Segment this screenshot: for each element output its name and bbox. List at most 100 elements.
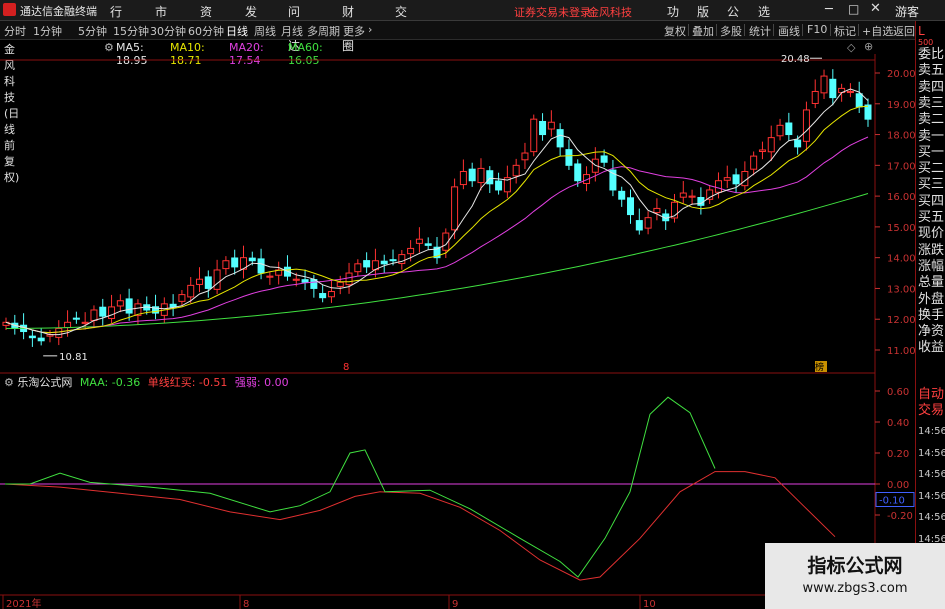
panel-item[interactable]: 委比 [918, 47, 944, 63]
indicator-strength: 强弱: 0.00 [234, 376, 289, 389]
panel-item[interactable]: 买二 [918, 161, 944, 177]
close-icon[interactable]: ✕ [870, 1, 881, 16]
tool-f10[interactable]: F10 [807, 23, 827, 36]
period-30min[interactable]: 30分钟 [150, 23, 186, 39]
panel-item[interactable]: 卖五 [918, 63, 944, 79]
candle-body [222, 260, 230, 270]
panel-item[interactable]: 外盘 [918, 292, 944, 308]
price-tick-label: 13.00 [887, 284, 915, 295]
tool-multi-stock[interactable]: 多股 [720, 23, 742, 39]
panel-item[interactable]: 买五 [918, 210, 944, 226]
tool-overlay[interactable]: 叠加 [692, 23, 714, 39]
panel-item[interactable]: 买三 [918, 177, 944, 193]
panel-item[interactable]: 卖二 [918, 112, 944, 128]
period-1min[interactable]: 1分钟 [33, 23, 62, 39]
panel-item[interactable]: 卖三 [918, 96, 944, 112]
candle-body [90, 309, 98, 321]
indicator-tick-label: 0.40 [887, 418, 909, 429]
candle-body [213, 269, 221, 290]
period-5min[interactable]: 5分钟 [78, 23, 107, 39]
candle-body [354, 263, 362, 273]
panel-time[interactable]: 14:56 [918, 424, 945, 440]
period-15min[interactable]: 15分钟 [113, 23, 149, 39]
panel-item[interactable]: 涨幅 [918, 259, 944, 275]
candle-body [301, 279, 309, 283]
ma10-line [5, 105, 869, 334]
event-marker-text[interactable]: 榜 [815, 361, 824, 373]
candle-body [204, 276, 212, 289]
period-60min[interactable]: 60分钟 [188, 23, 224, 39]
indicator-red-buy: 单线红买: -0.51 [147, 376, 228, 389]
panel-time[interactable]: 14:56 [918, 489, 945, 505]
high-price-label: 20.48 [781, 54, 810, 65]
indicator-maa: MAA: -0.36 [79, 376, 141, 389]
panel-item[interactable]: 卖一 [918, 129, 944, 145]
period-monthly[interactable]: 月线 [281, 23, 303, 39]
candle-body [776, 124, 784, 137]
tool-statistics[interactable]: 统计 [749, 23, 771, 39]
panel-time[interactable]: 14:56 [918, 467, 945, 483]
candle-body [64, 321, 72, 329]
tool-draw-line[interactable]: 画线 [778, 23, 800, 39]
panel-item[interactable]: 涨跌 [918, 243, 944, 259]
maximize-icon[interactable]: □ [848, 2, 859, 16]
date-tick-label: 8 [243, 599, 249, 609]
panel-time[interactable]: 14:56 [918, 446, 945, 462]
candle-body [336, 281, 344, 287]
panel-item[interactable]: 买一 [918, 145, 944, 161]
candle-body [556, 129, 564, 148]
period-weekly[interactable]: 周线 [254, 23, 276, 39]
candle-body [37, 337, 45, 342]
candle-body [679, 192, 687, 198]
event-marker[interactable]: 8 [343, 362, 349, 373]
panel-time[interactable]: 14:56 [918, 510, 945, 526]
price-tick-label: 14.00 [887, 254, 915, 265]
tool-add-watchlist[interactable]: +自选 [862, 23, 893, 39]
panel-item[interactable]: 现价 [918, 226, 944, 242]
tool-rights[interactable]: 复权 [664, 23, 686, 39]
candle-body [521, 152, 529, 161]
login-warning[interactable]: 证券交易未登录 [514, 4, 591, 20]
guest-label[interactable]: 游客 [895, 3, 919, 20]
indicator-header: ⚙ 乐淘公式网 MAA: -0.36 单线红买: -0.51 强弱: 0.00 [4, 374, 289, 390]
panel-item[interactable]: 收益 [918, 340, 944, 356]
period-daily[interactable]: 日线 [226, 23, 248, 39]
tool-mark[interactable]: 标记 [834, 23, 856, 39]
candle-body [55, 327, 63, 338]
candle-body [539, 120, 547, 136]
period-multi[interactable]: 多周期 [307, 23, 340, 39]
toolbar-divider [830, 24, 831, 36]
period-intraday[interactable]: 分时 [4, 23, 26, 39]
ma5-line [5, 88, 869, 336]
more-chevron-icon[interactable]: › [368, 23, 372, 36]
candle-body [600, 155, 608, 163]
stock-name-title: 金风科技 [588, 6, 632, 19]
price-tick-label: 17.00 [887, 161, 915, 172]
panel-lower-item[interactable]: 自动 [918, 387, 944, 403]
watermark-url: www.zbgs3.com [802, 581, 908, 596]
candle-body [169, 303, 177, 308]
panel-item[interactable]: 买四 [918, 194, 944, 210]
panel-item[interactable]: 卖四 [918, 80, 944, 96]
minimize-icon[interactable]: ─ [825, 2, 833, 17]
low-price-label: 10.81 [59, 352, 88, 363]
candle-body [99, 306, 107, 317]
candle-body [574, 163, 582, 182]
red-buy-line [4, 471, 836, 581]
candle-body [846, 90, 854, 94]
kline-chart[interactable]: 20.00 19.00 18.00 17.00 16.00 15.00 14.00 13.00… [0, 40, 915, 609]
panel-lower-item[interactable]: 交易 [918, 403, 944, 419]
candle-body [486, 170, 494, 185]
panel-item[interactable]: 换手 [918, 308, 944, 324]
tool-back[interactable]: 返回 [893, 23, 915, 39]
maa-line [5, 396, 716, 578]
candle-body [125, 298, 133, 314]
period-more[interactable]: 更多 [343, 23, 365, 39]
panel-item[interactable]: 总量 [918, 275, 944, 291]
panel-item[interactable]: 净资 [918, 324, 944, 340]
candle-body [706, 189, 714, 200]
indicator-gear-icon[interactable]: ⚙ [4, 376, 14, 389]
toolbar-divider [716, 24, 717, 36]
indicator-name[interactable]: 乐淘公式网 [17, 376, 72, 389]
candle-body [644, 217, 652, 229]
